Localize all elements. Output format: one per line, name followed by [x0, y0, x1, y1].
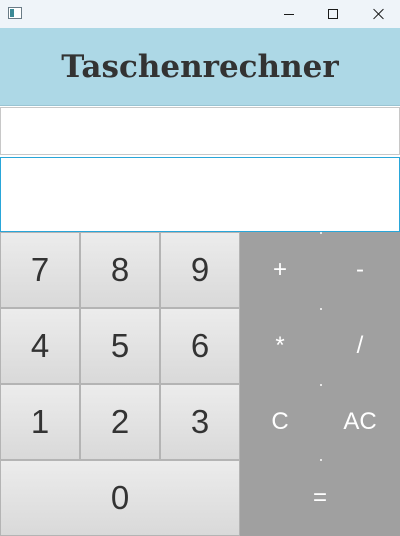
key-7[interactable]: 7	[0, 232, 80, 308]
result-display[interactable]	[0, 157, 400, 232]
separator-dot	[320, 459, 322, 461]
app-header: Taschenrechner	[0, 28, 400, 106]
key-4[interactable]: 4	[0, 308, 80, 384]
minimize-icon	[284, 13, 294, 15]
app-title: Taschenrechner	[61, 48, 339, 85]
app-icon	[8, 7, 22, 19]
key-plus[interactable]: +	[240, 232, 320, 308]
key-all-clear[interactable]: AC	[320, 384, 400, 460]
key-3[interactable]: 3	[160, 384, 240, 460]
key-divide[interactable]: /	[320, 308, 400, 384]
key-9[interactable]: 9	[160, 232, 240, 308]
key-6[interactable]: 6	[160, 308, 240, 384]
close-icon	[373, 8, 385, 20]
key-8[interactable]: 8	[80, 232, 160, 308]
key-2[interactable]: 2	[80, 384, 160, 460]
separator-dot	[320, 308, 322, 310]
expression-display[interactable]	[0, 107, 400, 155]
key-equals[interactable]: =	[240, 460, 400, 536]
maximize-icon	[328, 9, 338, 19]
title-bar	[0, 0, 400, 28]
key-5[interactable]: 5	[80, 308, 160, 384]
keypad: 7 8 9 + - 4 5 6 * / 1 2 3 C AC 0 =	[0, 232, 400, 536]
key-1[interactable]: 1	[0, 384, 80, 460]
minimize-button[interactable]	[266, 0, 312, 28]
close-button[interactable]	[356, 0, 400, 28]
key-0[interactable]: 0	[0, 460, 240, 536]
key-clear[interactable]: C	[240, 384, 320, 460]
separator-dot	[320, 232, 322, 234]
separator-dot	[320, 384, 322, 386]
key-minus[interactable]: -	[320, 232, 400, 308]
maximize-button[interactable]	[310, 0, 356, 28]
key-multiply[interactable]: *	[240, 308, 320, 384]
